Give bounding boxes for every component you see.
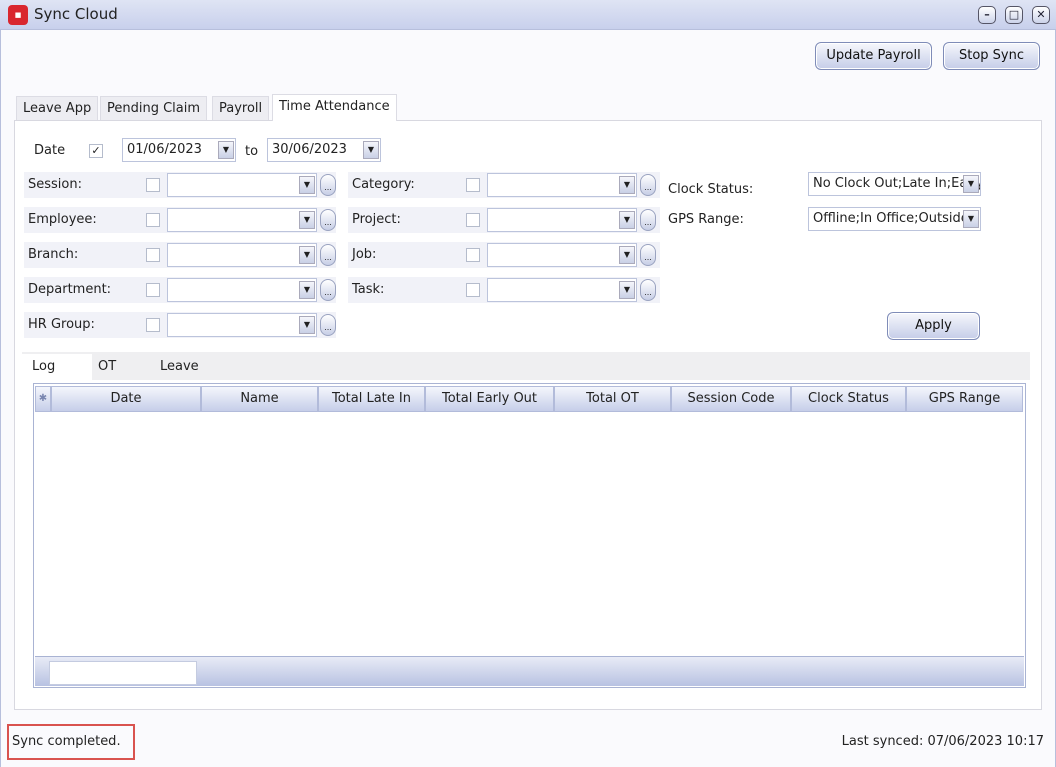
apply-button[interactable]: Apply (887, 312, 980, 340)
filter-checkbox[interactable] (146, 248, 160, 262)
tab-payroll[interactable]: Payroll (212, 96, 270, 121)
chevron-down-icon[interactable]: ▼ (619, 176, 635, 194)
chevron-down-icon[interactable]: ▼ (619, 211, 635, 229)
filter-select[interactable]: ▼ (487, 208, 637, 232)
to-label: to (245, 144, 259, 159)
date-from-value: 01/06/2023 (127, 142, 202, 157)
window-title: Sync Cloud (34, 5, 118, 23)
tab-log[interactable]: Log (22, 354, 92, 380)
filter-select[interactable]: ▼ (167, 243, 317, 267)
app-logo-icon: ■ (8, 5, 28, 25)
filter-select[interactable]: ▼ (487, 243, 637, 267)
scrollbar-thumb[interactable] (49, 661, 197, 685)
filter-label: Branch: (28, 247, 79, 262)
tab-pending-claim[interactable]: Pending Claim (100, 96, 208, 121)
clock-status-select[interactable]: No Clock Out;Late In;Early Out▼ (808, 172, 981, 196)
chevron-down-icon[interactable]: ▼ (363, 141, 379, 159)
row-selector-icon: ✱ (35, 386, 51, 412)
stop-sync-button[interactable]: Stop Sync (943, 42, 1040, 70)
title-bar: ■ Sync Cloud – □ ✕ (0, 0, 1056, 30)
last-synced: Last synced: 07/06/2023 10:17 (841, 734, 1044, 749)
gps-range-label: GPS Range: (668, 212, 744, 227)
date-to-picker[interactable]: 30/06/2023 ▼ (267, 138, 381, 162)
gps-range-select[interactable]: Offline;In Office;Outside ▼ (808, 207, 981, 231)
filter-select[interactable]: ▼ (167, 313, 317, 337)
column-header[interactable]: Session Code (671, 386, 791, 412)
filter-checkbox[interactable] (466, 213, 480, 227)
chevron-down-icon[interactable]: ▼ (963, 210, 979, 228)
column-header[interactable]: Clock Status (791, 386, 906, 412)
tab-time-attendance[interactable]: Time Attendance (272, 94, 397, 121)
filter-select[interactable]: ▼ (167, 278, 317, 302)
ellipsis-icon[interactable]: ... (320, 244, 336, 266)
filter-checkbox[interactable] (466, 178, 480, 192)
ellipsis-icon[interactable]: ... (640, 244, 656, 266)
clock-status-label: Clock Status: (668, 182, 754, 197)
ellipsis-icon[interactable]: ... (320, 174, 336, 196)
column-header[interactable]: Name (201, 386, 318, 412)
filter-checkbox[interactable] (466, 248, 480, 262)
status-message: Sync completed. (12, 734, 121, 749)
chevron-down-icon[interactable]: ▼ (299, 281, 315, 299)
filter-label: Session: (28, 177, 82, 192)
chevron-down-icon[interactable]: ▼ (299, 316, 315, 334)
update-payroll-button[interactable]: Update Payroll (815, 42, 932, 70)
filter-checkbox[interactable] (466, 283, 480, 297)
column-header[interactable]: GPS Range (906, 386, 1023, 412)
filter-checkbox[interactable] (146, 213, 160, 227)
chevron-down-icon[interactable]: ▼ (299, 211, 315, 229)
tab-leave[interactable]: Leave (150, 354, 209, 380)
column-header[interactable]: Total Early Out (425, 386, 554, 412)
chevron-down-icon[interactable]: ▼ (963, 175, 979, 193)
maximize-icon[interactable]: □ (1005, 6, 1023, 24)
chevron-down-icon[interactable]: ▼ (299, 246, 315, 264)
chevron-down-icon[interactable]: ▼ (619, 246, 635, 264)
date-from-picker[interactable]: 01/06/2023 ▼ (122, 138, 236, 162)
close-icon[interactable]: ✕ (1032, 6, 1050, 24)
column-header[interactable]: Total OT (554, 386, 671, 412)
ellipsis-icon[interactable]: ... (640, 209, 656, 231)
chevron-down-icon[interactable]: ▼ (299, 176, 315, 194)
column-header[interactable]: Date (51, 386, 201, 412)
ellipsis-icon[interactable]: ... (640, 174, 656, 196)
filter-checkbox[interactable] (146, 283, 160, 297)
filter-label: Department: (28, 282, 112, 297)
ellipsis-icon[interactable]: ... (320, 209, 336, 231)
log-grid: ✱ Date Name Total Late In Total Early Out To… (33, 383, 1026, 688)
ellipsis-icon[interactable]: ... (320, 279, 336, 301)
clock-status-value: No Clock Out;Late In;Early Out (813, 176, 981, 191)
date-to-value: 30/06/2023 (272, 142, 347, 157)
filter-label: Employee: (28, 212, 97, 227)
tab-leave-app[interactable]: Leave App (16, 96, 99, 121)
filter-label: Task: (352, 282, 385, 297)
filter-label: Category: (352, 177, 415, 192)
horizontal-scrollbar[interactable] (35, 656, 1024, 686)
filter-checkbox[interactable] (146, 318, 160, 332)
filter-label: Project: (352, 212, 401, 227)
filter-select[interactable]: ▼ (487, 278, 637, 302)
filter-select[interactable]: ▼ (487, 173, 637, 197)
tab-ot[interactable]: OT (88, 354, 126, 380)
chevron-down-icon[interactable]: ▼ (218, 141, 234, 159)
filter-label: Job: (352, 247, 377, 262)
filter-select[interactable]: ▼ (167, 173, 317, 197)
date-label: Date (34, 143, 66, 158)
gps-range-value: Offline;In Office;Outside (813, 211, 969, 226)
minimize-icon[interactable]: – (978, 6, 996, 24)
ellipsis-icon[interactable]: ... (640, 279, 656, 301)
chevron-down-icon[interactable]: ▼ (619, 281, 635, 299)
column-header[interactable]: Total Late In (318, 386, 425, 412)
filter-label: HR Group: (28, 317, 95, 332)
filter-select[interactable]: ▼ (167, 208, 317, 232)
filter-checkbox[interactable] (146, 178, 160, 192)
ellipsis-icon[interactable]: ... (320, 314, 336, 336)
date-checkbox[interactable]: ✓ (89, 144, 103, 158)
